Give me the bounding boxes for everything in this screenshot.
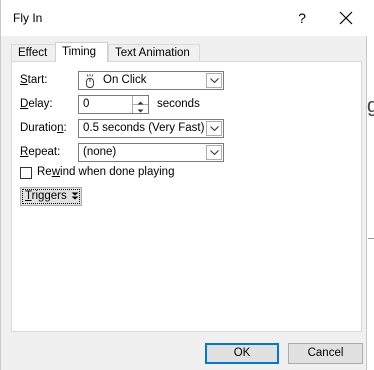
duration-dropdown[interactable]: 0.5 seconds (Very Fast): [78, 119, 224, 138]
tab-effect[interactable]: Effect: [11, 44, 56, 61]
double-chevron-down-icon: [71, 192, 79, 200]
repeat-dropdown[interactable]: (none): [78, 143, 224, 162]
tab-timing[interactable]: Timing: [55, 42, 108, 62]
background-document: g: [367, 0, 374, 370]
cancel-button[interactable]: Cancel: [288, 343, 363, 364]
ok-button[interactable]: OK: [205, 343, 279, 364]
triggers-button[interactable]: Triggers: [20, 187, 82, 206]
help-button[interactable]: ?: [289, 5, 315, 31]
start-dropdown[interactable]: On Click: [78, 71, 224, 90]
delay-spinner[interactable]: 0: [78, 95, 149, 114]
timing-panel: Start: On Click Delay: 0 seconds Duratio…: [11, 61, 362, 332]
ok-label: OK: [233, 347, 251, 359]
repeat-dropdown-arrow[interactable]: [206, 145, 222, 160]
chevron-down-icon: [210, 150, 219, 156]
chevron-down-icon: [210, 78, 219, 84]
duration-value: 0.5 seconds (Very Fast): [83, 122, 205, 134]
delay-value: 0: [83, 98, 90, 110]
fly-in-dialog: Fly In ? Effect Timing Text Animation St…: [0, 0, 367, 370]
background-line: [368, 238, 374, 239]
repeat-value: (none): [83, 146, 117, 158]
tab-text-animation[interactable]: Text Animation: [108, 44, 200, 61]
delay-unit: seconds: [157, 98, 200, 110]
dialog-title: Fly In: [13, 11, 43, 25]
repeat-label: Repeat:: [20, 146, 61, 158]
help-icon: ?: [298, 10, 306, 26]
start-value: On Click: [103, 74, 147, 86]
start-dropdown-arrow[interactable]: [206, 73, 222, 88]
chevron-down-icon: [210, 126, 219, 132]
delay-spin-buttons: [132, 96, 148, 113]
background-text-fragment: g: [367, 95, 374, 117]
rewind-label[interactable]: Rewind when done playing: [37, 166, 174, 178]
tab-label: Timing: [62, 46, 97, 58]
delay-decrement-button[interactable]: [133, 104, 148, 113]
mouse-click-icon: [86, 74, 94, 88]
close-icon: [339, 11, 353, 25]
tab-label: Text Animation: [115, 47, 190, 59]
cancel-label: Cancel: [307, 347, 344, 359]
duration-label: Duration:: [20, 122, 67, 134]
delay-label: Delay:: [20, 98, 53, 110]
title-bar: Fly In ?: [1, 0, 367, 36]
triggers-label: Triggers: [25, 190, 67, 202]
duration-dropdown-arrow[interactable]: [206, 121, 222, 136]
close-button[interactable]: [333, 5, 359, 31]
start-label: Start:: [20, 74, 48, 86]
rewind-checkbox[interactable]: [20, 167, 32, 179]
spin-down-icon: [137, 109, 144, 113]
tab-label: Effect: [18, 47, 48, 59]
